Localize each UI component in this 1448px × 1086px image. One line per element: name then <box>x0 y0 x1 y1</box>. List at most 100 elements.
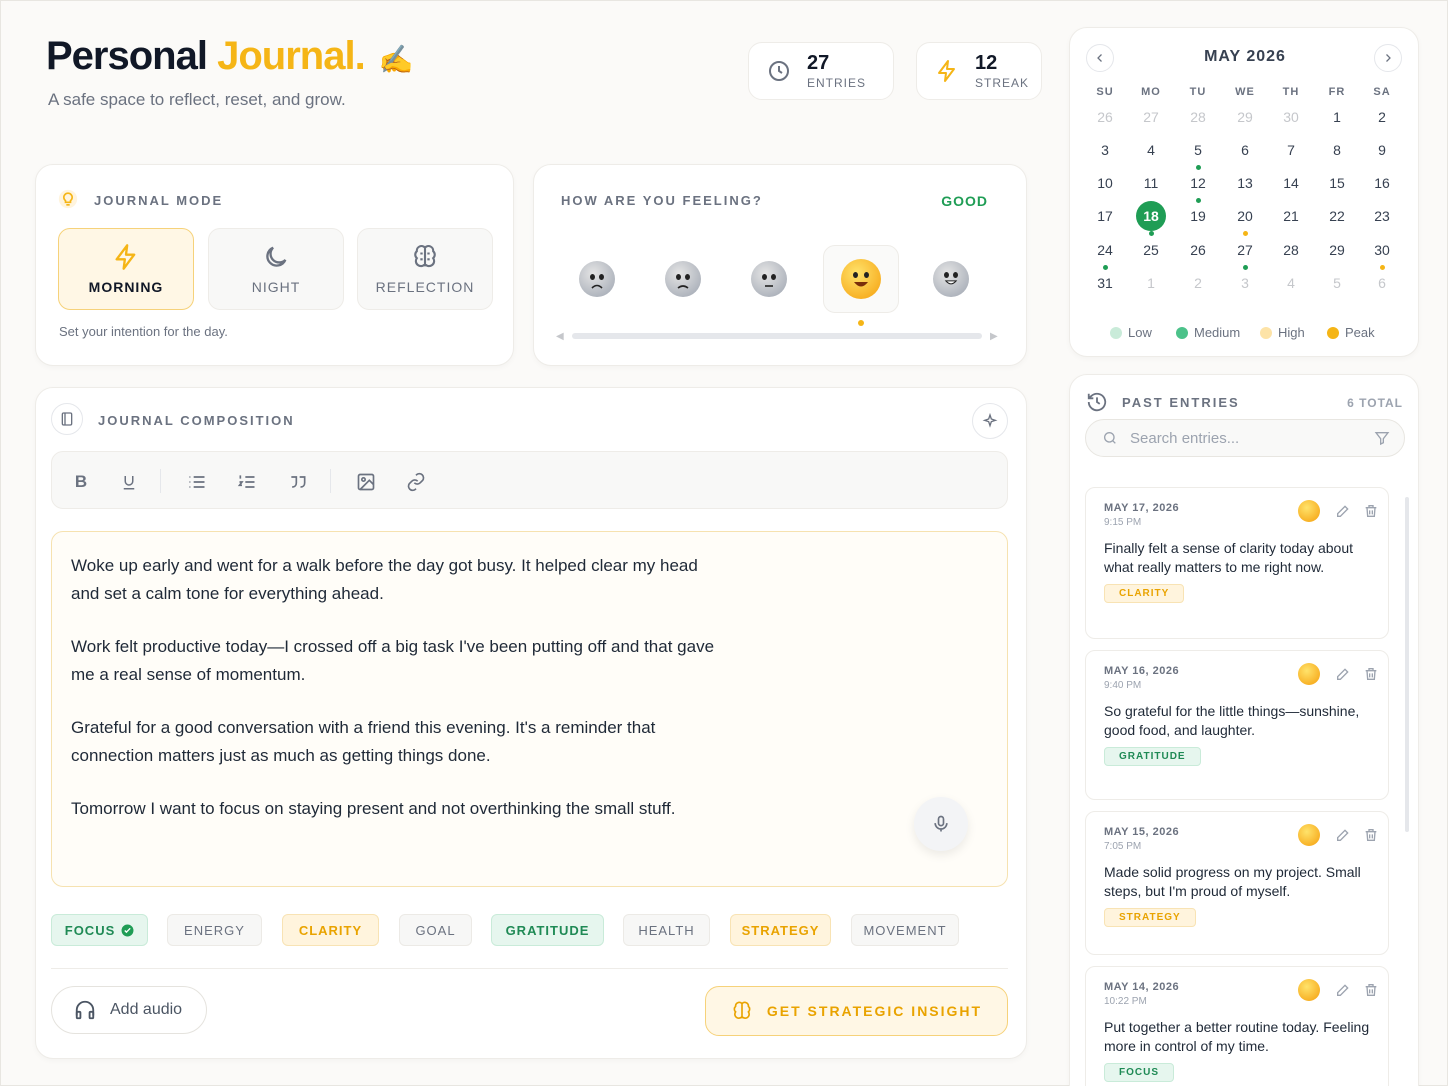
toolbar-divider <box>160 469 161 493</box>
journal-editor[interactable]: Woke up early and went for a walk before… <box>51 531 1008 887</box>
past-entry-card[interactable]: MAY 16, 2026 9:40 PM So grateful for the l… <box>1085 650 1389 800</box>
calendar-day[interactable]: 28 <box>1178 102 1218 132</box>
calendar-day[interactable]: 25 <box>1131 235 1171 265</box>
microphone-button[interactable] <box>914 797 968 851</box>
calendar-day[interactable]: 30 <box>1362 235 1402 270</box>
calendar-day[interactable]: 9 <box>1362 135 1402 165</box>
calendar-day[interactable]: 8 <box>1317 135 1357 165</box>
mode-reflection-button[interactable]: REFLECTION <box>357 228 493 310</box>
tag-energy[interactable]: ENERGY <box>167 914 262 946</box>
tag-goal[interactable]: GOAL <box>399 914 472 946</box>
quote-icon[interactable] <box>287 471 309 493</box>
calendar-day[interactable]: 6 <box>1362 268 1402 298</box>
scroll-left-icon[interactable]: ◀ <box>556 331 564 342</box>
past-entry-card[interactable]: MAY 15, 2026 7:05 PM Made solid progress o… <box>1085 811 1389 955</box>
trash-icon[interactable] <box>1362 981 1380 999</box>
calendar-day[interactable]: 4 <box>1271 268 1311 298</box>
strategic-insight-button[interactable]: GET STRATEGIC INSIGHT <box>705 986 1008 1036</box>
sparkle-button[interactable] <box>972 403 1008 439</box>
calendar-day[interactable]: 14 <box>1271 168 1311 198</box>
streak-stat: 12 STREAK <box>916 42 1042 100</box>
calendar-day[interactable]: 28 <box>1271 235 1311 265</box>
calendar-day[interactable]: 21 <box>1271 201 1311 231</box>
search-input[interactable]: Search entries... <box>1085 419 1405 457</box>
calendar-day[interactable]: 30 <box>1271 102 1311 132</box>
calendar-day[interactable]: 23 <box>1362 201 1402 231</box>
bold-icon[interactable]: B <box>70 471 92 493</box>
trash-icon[interactable] <box>1362 665 1380 683</box>
calendar-day[interactable]: 24 <box>1085 235 1125 270</box>
calendar-day[interactable]: 29 <box>1317 235 1357 265</box>
calendar-day[interactable]: 22 <box>1317 201 1357 231</box>
very-sad-emoji[interactable] <box>579 261 615 297</box>
calendar-day[interactable]: 31 <box>1085 268 1125 298</box>
good-emoji[interactable] <box>841 259 881 299</box>
calendar-day[interactable]: 26 <box>1178 235 1218 265</box>
mode-morning-button[interactable]: MORNING <box>58 228 194 310</box>
trash-icon[interactable] <box>1362 502 1380 520</box>
mood-scrollbar[interactable] <box>572 333 982 339</box>
calendar-day[interactable]: 27 <box>1225 235 1265 270</box>
neutral-emoji[interactable] <box>751 261 787 297</box>
edit-icon[interactable] <box>1334 826 1352 844</box>
calendar-day[interactable]: 11 <box>1131 168 1171 198</box>
lightning-icon <box>931 55 963 87</box>
calendar-day[interactable]: 1 <box>1131 268 1171 298</box>
edit-icon[interactable] <box>1334 981 1352 999</box>
calendar-day[interactable]: 19 <box>1178 201 1218 231</box>
filter-icon[interactable] <box>1374 430 1390 446</box>
tag-gratitude[interactable]: GRATITUDE <box>491 914 604 946</box>
past-entry-card[interactable]: MAY 14, 2026 10:22 PM Put together a bette… <box>1085 966 1389 1086</box>
calendar-day[interactable]: 7 <box>1271 135 1311 165</box>
great-emoji[interactable] <box>933 261 969 297</box>
mood-indicator-dot <box>858 320 864 326</box>
entries-scrollbar[interactable] <box>1405 497 1409 832</box>
image-icon[interactable] <box>355 471 377 493</box>
calendar-day[interactable]: 3 <box>1085 135 1125 165</box>
tag-health[interactable]: HEALTH <box>623 914 710 946</box>
calendar-day-selected[interactable]: 18 <box>1131 201 1171 236</box>
entry-tag: CLARITY <box>1104 584 1185 603</box>
sad-emoji[interactable] <box>665 261 701 297</box>
calendar-day[interactable]: 17 <box>1085 201 1125 231</box>
calendar-next-button[interactable] <box>1374 44 1402 72</box>
numbered-list-icon[interactable] <box>236 471 258 493</box>
underline-icon[interactable] <box>118 471 140 493</box>
calendar-day[interactable]: 5 <box>1317 268 1357 298</box>
scroll-right-icon[interactable]: ▶ <box>990 331 998 342</box>
calendar-day[interactable]: 1 <box>1317 102 1357 132</box>
entry-date: MAY 15, 2026 <box>1104 826 1180 838</box>
edit-icon[interactable] <box>1334 502 1352 520</box>
calendar-day[interactable]: 29 <box>1225 102 1265 132</box>
mode-night-button[interactable]: NIGHT <box>208 228 344 310</box>
tag-clarity[interactable]: CLARITY <box>282 914 379 946</box>
add-audio-button[interactable]: Add audio <box>51 986 207 1034</box>
calendar-day[interactable]: 27 <box>1131 102 1171 132</box>
calendar-day[interactable]: 6 <box>1225 135 1265 165</box>
edit-icon[interactable] <box>1334 665 1352 683</box>
microphone-icon <box>934 815 948 832</box>
headphones-icon <box>75 1000 95 1020</box>
tag-label: FOCUS <box>64 922 116 938</box>
calendar-day[interactable]: 26 <box>1085 102 1125 132</box>
past-entry-card[interactable]: MAY 17, 2026 9:15 PM Finally felt a sense … <box>1085 487 1389 639</box>
calendar-day[interactable]: 15 <box>1317 168 1357 198</box>
bullet-list-icon[interactable] <box>186 471 208 493</box>
entries-total: 6 TOTAL <box>1347 396 1403 410</box>
calendar-day[interactable]: 3 <box>1225 268 1265 298</box>
mood-label: HOW ARE YOU FEELING? <box>561 193 763 208</box>
calendar-day[interactable]: 5 <box>1178 135 1218 170</box>
tag-strategy[interactable]: STRATEGY <box>730 914 831 946</box>
calendar-day[interactable]: 10 <box>1085 168 1125 198</box>
tag-movement[interactable]: MOVEMENT <box>851 914 959 946</box>
calendar-day[interactable]: 16 <box>1362 168 1402 198</box>
calendar-day[interactable]: 4 <box>1131 135 1171 165</box>
calendar-day[interactable]: 12 <box>1178 168 1218 203</box>
calendar-day[interactable]: 2 <box>1178 268 1218 298</box>
calendar-day[interactable]: 13 <box>1225 168 1265 198</box>
tag-focus[interactable]: FOCUS <box>51 914 148 946</box>
link-icon[interactable] <box>405 471 427 493</box>
calendar-day[interactable]: 2 <box>1362 102 1402 132</box>
calendar-day[interactable]: 20 <box>1225 201 1265 236</box>
trash-icon[interactable] <box>1362 826 1380 844</box>
